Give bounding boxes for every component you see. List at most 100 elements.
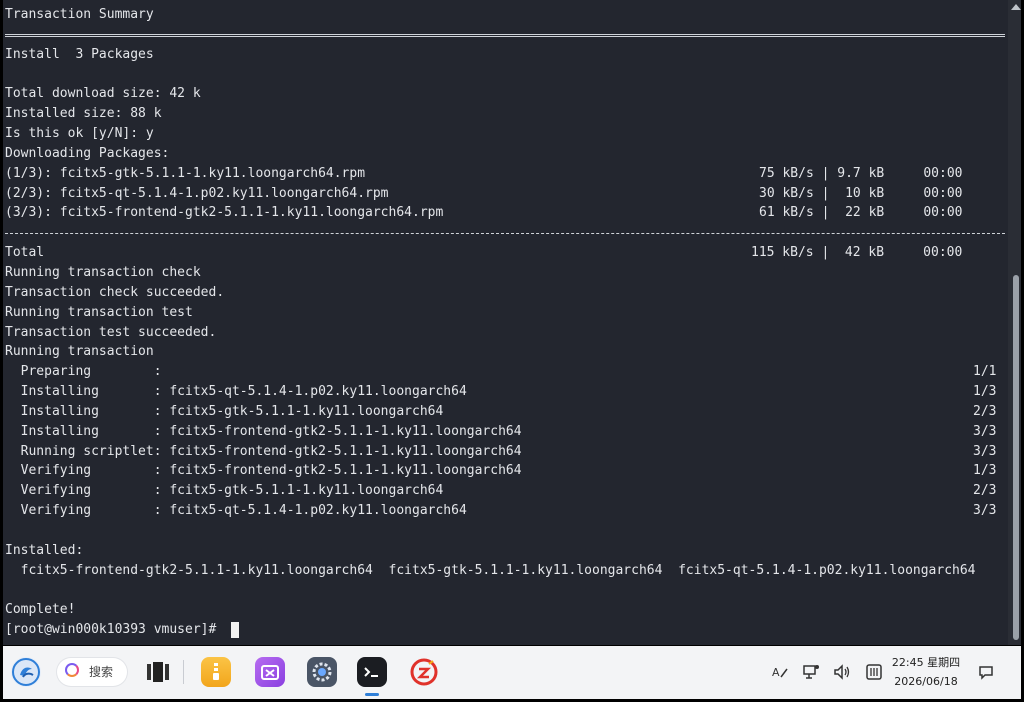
terminal-text-segment: 1/1	[973, 364, 997, 380]
terminal-line: Verifying : fcitx5-frontend-gtk2-5.1.1-1…	[5, 461, 1005, 481]
terminal-line: Running transaction	[5, 342, 1005, 362]
terminal-text-segment: [root@win000k10393 vmuser]#	[5, 622, 225, 638]
terminal-text-segment: Total download size: 42 k	[5, 86, 201, 102]
terminal-text-segment: Installing : fcitx5-gtk-5.1.1-1.ky11.loo…	[5, 403, 444, 419]
terminal-separator-double	[5, 25, 1005, 45]
browser-icon[interactable]	[409, 657, 439, 687]
terminal-prompt-line: [root@win000k10393 vmuser]#	[5, 620, 1005, 640]
terminal-text-segment: Installed:	[5, 542, 84, 558]
start-menu-icon[interactable]	[11, 657, 41, 687]
terminal-separator-dashed	[5, 223, 1005, 243]
terminal-text-segment: 1/3	[973, 463, 997, 479]
terminal-text-segment: 2/3	[973, 403, 997, 419]
terminal-icon[interactable]	[357, 657, 387, 687]
terminal-line: Running transaction test	[5, 303, 1005, 323]
terminal-line: Complete!	[5, 600, 1005, 620]
multitask-view-icon[interactable]	[143, 657, 173, 687]
terminal-text-segment: Transaction Summary	[5, 7, 154, 22]
taskbar-search-box[interactable]: 搜索	[57, 658, 127, 686]
network-icon[interactable]	[802, 663, 820, 681]
terminal-text-segment: Verifying : fcitx5-frontend-gtk2-5.1.1-1…	[5, 463, 522, 479]
terminal-text-segment: 3/3	[973, 503, 997, 519]
terminal-text-segment: 75 kB/s | 9.7 kB 00:00	[759, 165, 963, 181]
terminal-text-segment: (2/3): fcitx5-qt-5.1.4-1.p02.ky11.loonga…	[5, 185, 389, 201]
terminal-text-segment: Complete!	[5, 602, 76, 618]
terminal-line: Total 115 kB/s | 42 kB 00:00	[5, 243, 1005, 263]
terminal-text-segment: Downloading Packages:	[5, 145, 170, 161]
terminal-line: Installing : fcitx5-frontend-gtk2-5.1.1-…	[5, 422, 1005, 442]
svg-text:A: A	[772, 666, 780, 679]
terminal-line: Transaction check succeeded.	[5, 283, 1005, 303]
terminal-text-segment: 115 kB/s | 42 kB 00:00	[751, 245, 963, 261]
terminal-text-segment: 3/3	[973, 443, 997, 459]
terminal-line: Installed size: 88 k	[5, 104, 1005, 124]
terminal-window[interactable]: Transaction Summary Install 3 Packages Tot…	[3, 0, 1021, 645]
system-monitor-icon[interactable]	[865, 663, 883, 681]
terminal-text-segment: Total	[5, 245, 45, 261]
terminal-line: Installing : fcitx5-qt-5.1.4-1.p02.ky11.…	[5, 382, 1005, 402]
terminal-line: fcitx5-frontend-gtk2-5.1.1-1.ky11.loonga…	[5, 561, 1005, 581]
terminal-text-segment: 1/3	[973, 384, 997, 400]
clock-time: 22:45 星期四	[891, 656, 961, 669]
terminal-line: Installing : fcitx5-gtk-5.1.1-1.ky11.loo…	[5, 402, 1005, 422]
terminal-text-segment: (3/3): fcitx5-frontend-gtk2-5.1.1-1.ky11…	[5, 205, 444, 221]
software-store-icon[interactable]	[255, 657, 285, 687]
terminal-cursor	[231, 622, 239, 639]
terminal-text-segment: Installed size: 88 k	[5, 106, 162, 122]
terminal-line: (1/3): fcitx5-gtk-5.1.1-1.ky11.loongarch…	[5, 164, 1005, 184]
terminal-text-segment: Installing : fcitx5-qt-5.1.4-1.p02.ky11.…	[5, 384, 467, 400]
terminal-text-segment: Verifying : fcitx5-gtk-5.1.1-1.ky11.loon…	[5, 483, 444, 499]
terminal-text-segment: fcitx5-frontend-gtk2-5.1.1-1.ky11.loonga…	[5, 562, 976, 578]
file-manager-icon[interactable]	[201, 657, 231, 687]
terminal-line: Running transaction check	[5, 263, 1005, 283]
terminal-output: Transaction Summary Install 3 Packages Tot…	[5, 5, 1005, 640]
clock-date: 2026/06/18	[894, 675, 958, 688]
terminal-line: Downloading Packages:	[5, 144, 1005, 164]
terminal-text-segment: Running scriptlet: fcitx5-frontend-gtk2-…	[5, 443, 522, 459]
terminal-line: Verifying : fcitx5-gtk-5.1.1-1.ky11.loon…	[5, 481, 1005, 501]
taskbar: 搜索 A 22:45 星期四 2026/06/18	[3, 646, 1021, 699]
terminal-line: (3/3): fcitx5-frontend-gtk2-5.1.1-1.ky11…	[5, 203, 1005, 223]
terminal-text-segment: 3/3	[973, 423, 997, 439]
input-method-icon[interactable]: A	[771, 663, 789, 681]
terminal-text-segment: 2/3	[973, 483, 997, 499]
terminal-text-segment: Running transaction check	[5, 264, 201, 280]
terminal-text-segment: Running transaction	[5, 344, 154, 360]
terminal-line: Verifying : fcitx5-qt-5.1.4-1.p02.ky11.l…	[5, 501, 1005, 521]
terminal-line: Installed:	[5, 541, 1005, 561]
desktop-screen: Transaction Summary Install 3 Packages Tot…	[0, 0, 1024, 702]
notification-icon[interactable]	[977, 663, 995, 681]
volume-icon[interactable]	[833, 663, 851, 681]
scroll-up-arrow-icon[interactable]	[1011, 4, 1021, 10]
terminal-text-segment: 61 kB/s | 22 kB 00:00	[759, 205, 963, 221]
terminal-line: (2/3): fcitx5-qt-5.1.4-1.p02.ky11.loonga…	[5, 184, 1005, 204]
search-icon	[65, 663, 79, 677]
terminal-text-segment: Transaction test succeeded.	[5, 324, 217, 340]
terminal-text-segment: Transaction check succeeded.	[5, 284, 225, 300]
terminal-text-segment: Is this ok [y/N]: y	[5, 126, 154, 142]
active-window-indicator	[365, 693, 379, 696]
terminal-text-segment: 30 kB/s | 10 kB 00:00	[759, 185, 963, 201]
terminal-line: Is this ok [y/N]: y	[5, 124, 1005, 144]
taskbar-clock[interactable]: 22:45 星期四 2026/06/18	[883, 653, 969, 691]
terminal-line: Transaction Summary	[5, 5, 1005, 25]
scrollbar-thumb[interactable]	[1013, 275, 1019, 640]
settings-icon[interactable]	[307, 657, 337, 687]
terminal-text-segment: (1/3): fcitx5-gtk-5.1.1-1.ky11.loongarch…	[5, 165, 366, 181]
terminal-line: Total download size: 42 k	[5, 84, 1005, 104]
terminal-line: Install 3 Packages	[5, 45, 1005, 65]
terminal-text-segment: Running transaction test	[5, 304, 193, 320]
terminal-scrollbar[interactable]	[1008, 0, 1021, 645]
terminal-text-segment: Install 3 Packages	[5, 46, 154, 62]
terminal-line: Preparing : 1/1	[5, 362, 1005, 382]
terminal-line: Running scriptlet: fcitx5-frontend-gtk2-…	[5, 442, 1005, 462]
terminal-text-segment: Preparing :	[5, 364, 162, 380]
terminal-text-segment: Installing : fcitx5-frontend-gtk2-5.1.1-…	[5, 423, 522, 439]
search-label: 搜索	[89, 665, 114, 679]
terminal-text-segment: Verifying : fcitx5-qt-5.1.4-1.p02.ky11.l…	[5, 503, 467, 519]
terminal-line: Transaction test succeeded.	[5, 323, 1005, 343]
taskbar-divider	[183, 660, 184, 684]
